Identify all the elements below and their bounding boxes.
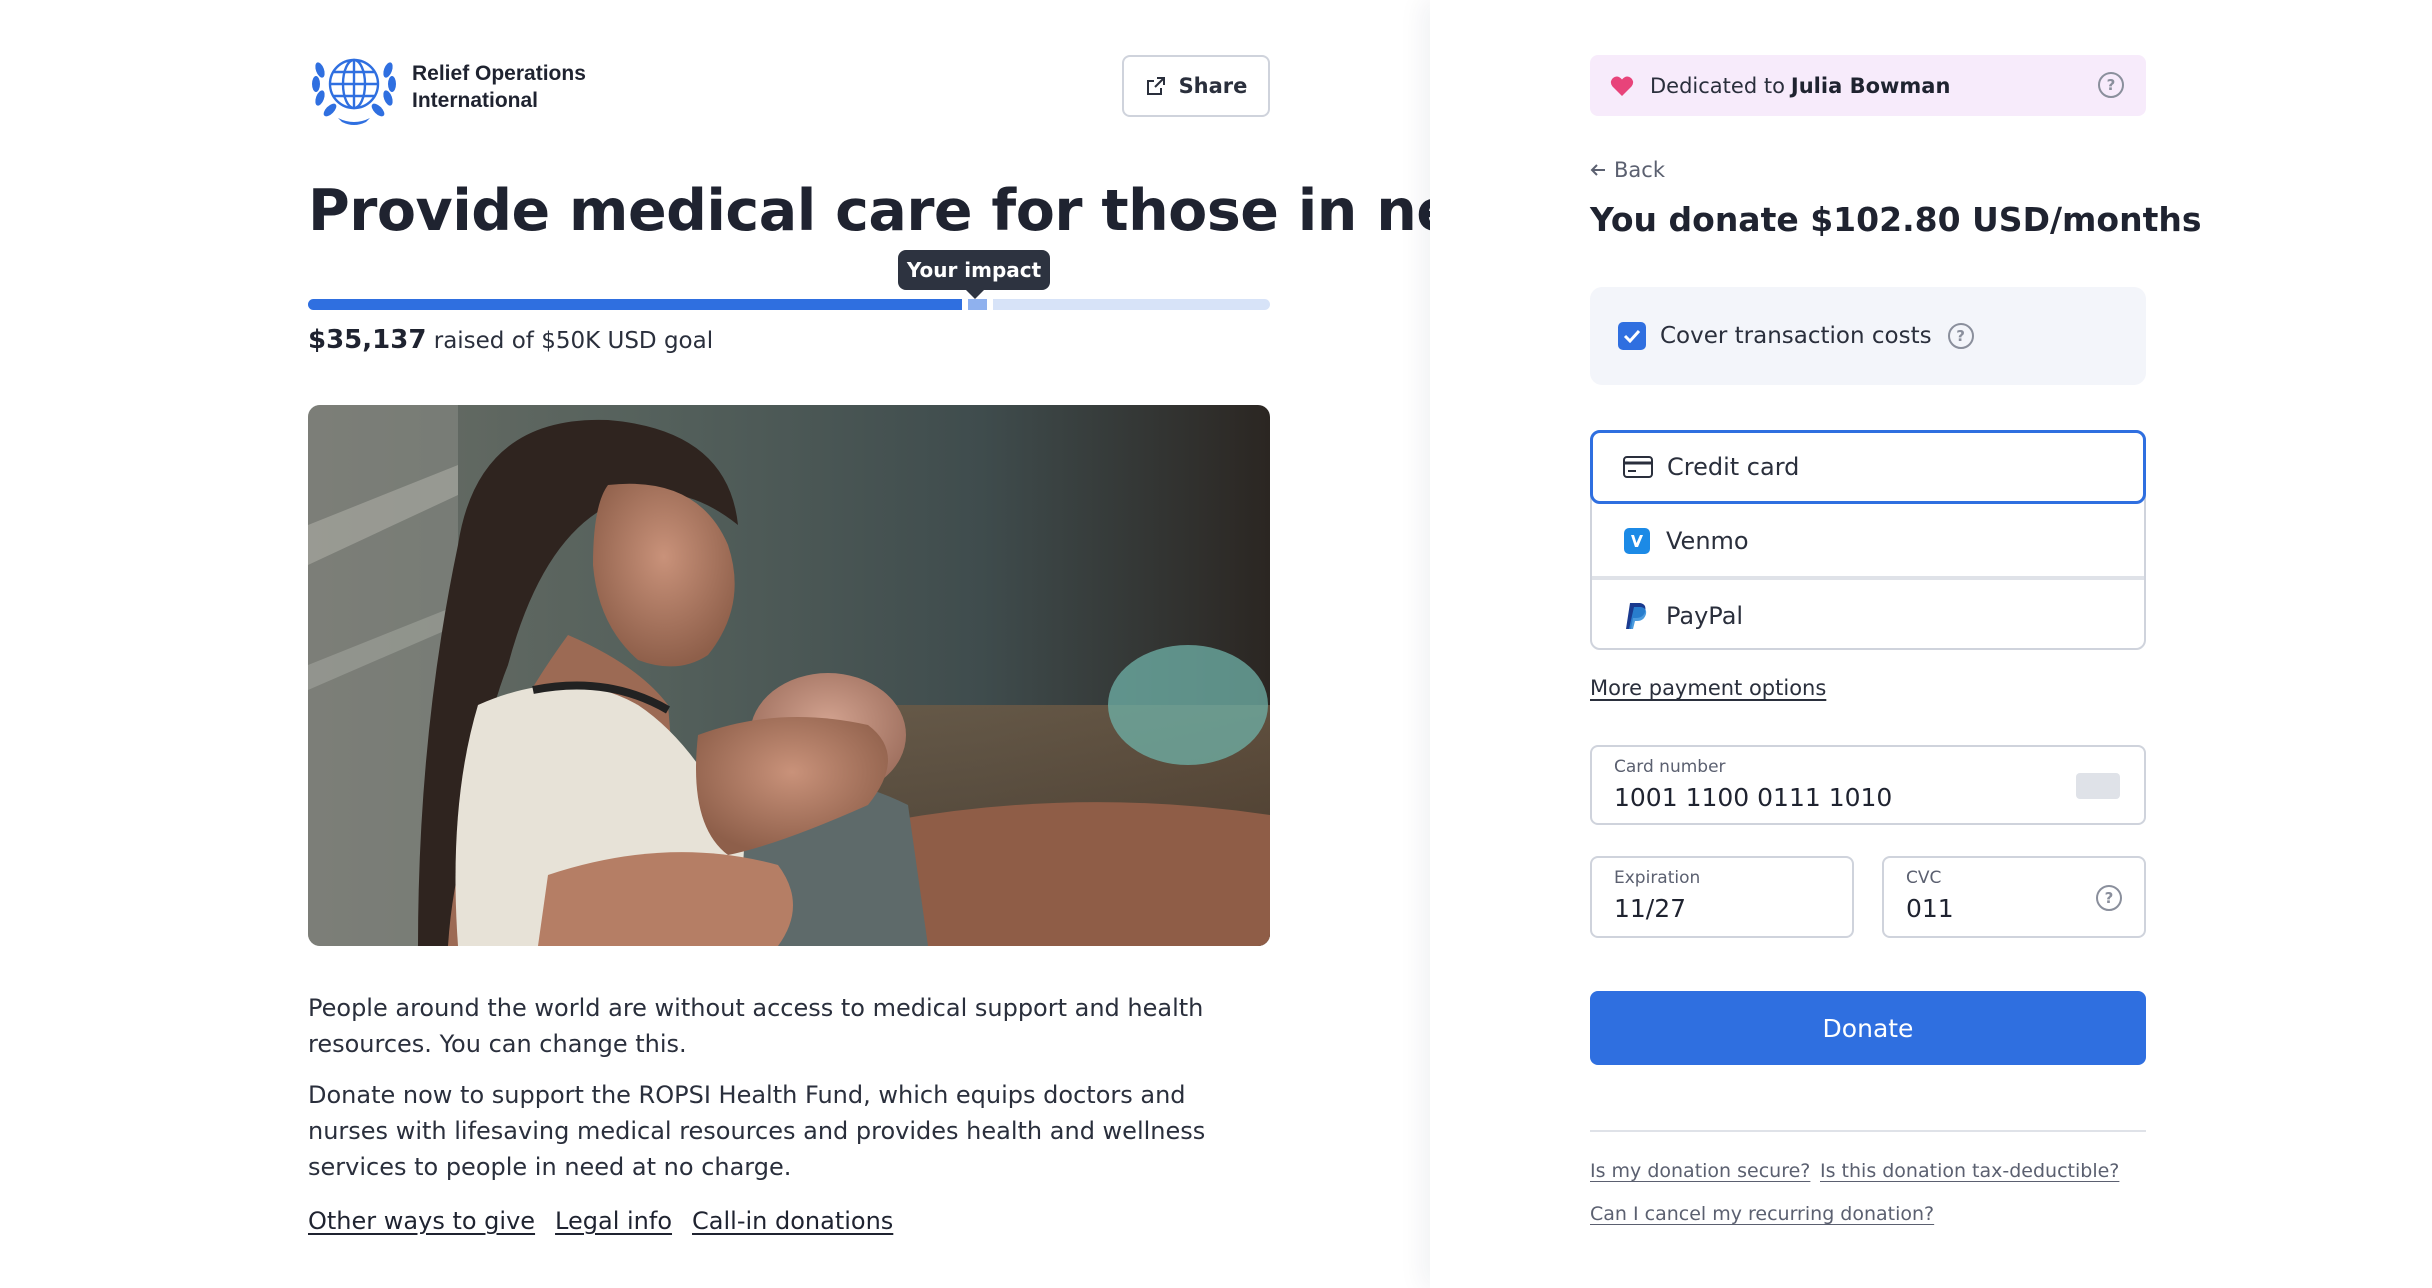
arrow-left-icon — [1590, 164, 1605, 176]
page-title: Provide medical care for those in need — [308, 178, 1533, 244]
divider — [1590, 1130, 2146, 1132]
dedicated-prefix: Dedicated to — [1650, 73, 1785, 98]
help-icon[interactable]: ? — [2096, 885, 2122, 911]
share-button[interactable]: Share — [1122, 55, 1270, 117]
venmo-icon — [1622, 527, 1652, 554]
cover-costs-option[interactable]: Cover transaction costs ? — [1590, 287, 2146, 385]
cvc-value[interactable]: 011 — [1906, 894, 2122, 923]
donate-button[interactable]: Donate — [1590, 991, 2146, 1065]
org-name: Relief Operations International — [412, 60, 632, 114]
org-branding[interactable]: Relief Operations International — [308, 48, 632, 126]
card-number-field[interactable]: Card number 1001 1100 0111 1010 — [1590, 745, 2146, 825]
mother-and-baby-image — [308, 405, 1270, 946]
dedicated-name: Julia Bowman — [1790, 73, 1951, 98]
footer-links: Other ways to give Legal info Call-in do… — [308, 1207, 893, 1235]
payment-option-paypal[interactable]: PayPal — [1592, 578, 2144, 651]
expiration-value[interactable]: 11/27 — [1614, 894, 1830, 923]
card-number-label: Card number — [1614, 757, 1726, 777]
heart-icon — [1610, 76, 1634, 96]
card-brand-icon — [2076, 773, 2120, 799]
link-legal-info[interactable]: Legal info — [555, 1207, 672, 1235]
expiration-label: Expiration — [1614, 868, 1701, 888]
raised-amount: $35,137 — [308, 325, 427, 355]
campaign-panel: Relief Operations International Share Pr… — [0, 0, 1533, 1288]
progress-fill-raised — [308, 299, 962, 310]
dedication-banner: Dedicated to Julia Bowman ? — [1590, 55, 2146, 116]
cover-costs-checkbox[interactable] — [1618, 322, 1646, 350]
faq-link-cancel-recurring[interactable]: Can I cancel my recurring donation? — [1590, 1203, 1934, 1225]
payment-option-credit-card[interactable]: Credit card — [1590, 430, 2146, 504]
globe-wreath-logo — [312, 58, 396, 125]
raised-summary: $35,137 raised of $50K USD goal — [308, 325, 713, 355]
progress-fill-impact — [968, 299, 987, 310]
payment-option-label: Venmo — [1666, 526, 1749, 555]
link-call-in-donations[interactable]: Call-in donations — [692, 1207, 893, 1235]
campaign-description-2: Donate now to support the ROPSI Health F… — [308, 1081, 1206, 1181]
raised-suffix: raised of $50K USD goal — [433, 328, 714, 354]
cover-costs-label: Cover transaction costs — [1660, 323, 1932, 349]
help-icon[interactable]: ? — [1947, 323, 1974, 349]
more-payment-options-link[interactable]: More payment options — [1590, 676, 1826, 700]
share-icon — [1146, 77, 1165, 95]
checkmark-icon — [1623, 329, 1641, 343]
help-icon[interactable]: ? — [2098, 72, 2124, 98]
org-name-line-2: International — [412, 89, 539, 112]
donation-summary: You donate $102.80 USD/months — [1590, 200, 2202, 239]
faq-link-tax-deductible[interactable]: Is this donation tax-deductible? — [1820, 1160, 2119, 1182]
payment-option-venmo[interactable]: Venmo — [1592, 504, 2144, 577]
campaign-description-1: People around the world are without acce… — [308, 994, 1204, 1058]
paypal-icon — [1622, 602, 1652, 629]
goal-progress-bar — [308, 299, 1270, 310]
org-name-line-1: Relief Operations — [412, 62, 586, 85]
back-label: Back — [1614, 158, 1665, 182]
progress-gap — [987, 299, 993, 310]
payment-option-label: PayPal — [1666, 601, 1744, 630]
campaign-photo — [308, 405, 1270, 946]
back-link[interactable]: Back — [1590, 158, 1665, 182]
payment-method-group: Credit card Venmo PayPal — [1590, 430, 2146, 650]
card-number-value[interactable]: 1001 1100 0111 1010 — [1614, 783, 2122, 812]
share-label: Share — [1178, 74, 1248, 98]
faq-link-secure[interactable]: Is my donation secure? — [1590, 1160, 1810, 1182]
cvc-label: CVC — [1906, 868, 1942, 888]
credit-card-icon — [1623, 454, 1653, 480]
expiration-field[interactable]: Expiration 11/27 — [1590, 856, 1854, 938]
link-other-ways-to-give[interactable]: Other ways to give — [308, 1207, 535, 1235]
payment-option-label: Credit card — [1667, 453, 1800, 481]
impact-tooltip: Your impact — [898, 250, 1050, 299]
donation-form-panel: Dedicated to Julia Bowman ? Back You don… — [1430, 0, 2432, 1288]
cvc-field[interactable]: CVC 011 ? — [1882, 856, 2146, 938]
